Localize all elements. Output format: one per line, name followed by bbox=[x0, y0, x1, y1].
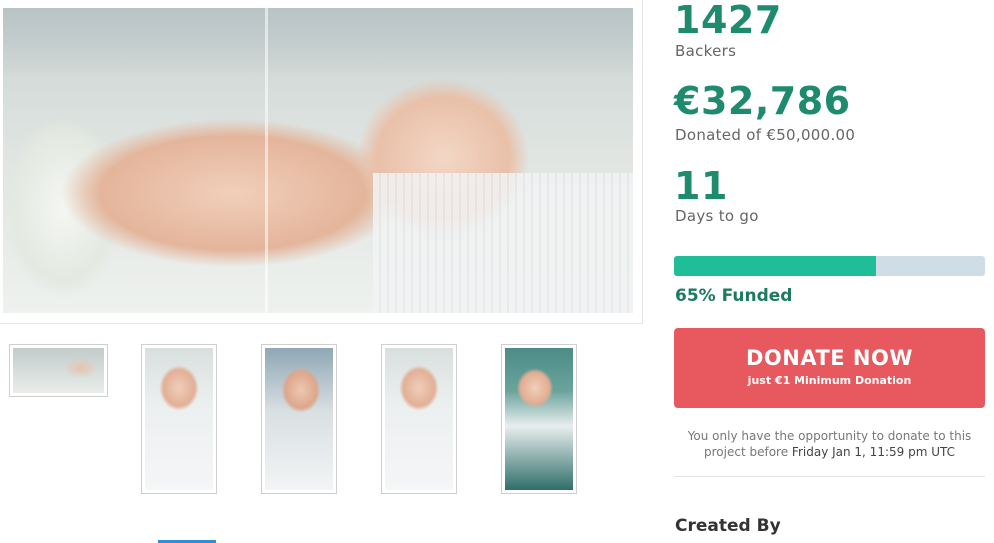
donate-now-button[interactable]: DONATE NOW just €1 Minimum Donation bbox=[674, 328, 985, 408]
thumbnail-1[interactable] bbox=[9, 344, 108, 397]
photo-detail bbox=[265, 8, 268, 313]
funding-progress-fill bbox=[674, 256, 877, 276]
thumbnail-image bbox=[13, 348, 104, 393]
thumbnail-image bbox=[505, 348, 573, 490]
backers-count: 1427 bbox=[674, 0, 782, 42]
funding-progress-bar bbox=[674, 256, 985, 276]
backers-label: Backers bbox=[675, 42, 737, 60]
thumbnail-5[interactable] bbox=[501, 344, 577, 494]
thumbnail-image bbox=[145, 348, 213, 490]
donated-amount: €32,786 bbox=[674, 79, 851, 123]
divider bbox=[674, 476, 985, 477]
main-image-frame bbox=[0, 0, 643, 324]
thumbnail-image bbox=[385, 348, 453, 490]
donate-button-label: DONATE NOW bbox=[745, 346, 914, 370]
created-by-heading: Created By bbox=[675, 516, 781, 536]
main-photo[interactable] bbox=[3, 8, 633, 313]
donated-goal-label: Donated of €50,000.00 bbox=[675, 126, 856, 144]
thumbnail-4[interactable] bbox=[381, 344, 457, 494]
days-remaining: 11 bbox=[674, 164, 728, 208]
photo-blanket bbox=[373, 173, 633, 313]
deadline-date: Friday Jan 1, 11:59 pm UTC bbox=[791, 445, 955, 459]
thumbnail-2[interactable] bbox=[141, 344, 217, 494]
thumbnail-3[interactable] bbox=[261, 344, 337, 494]
deadline-notice: You only have the opportunity to donate … bbox=[674, 428, 985, 460]
donate-button-sublabel: just €1 Minimum Donation bbox=[747, 374, 912, 387]
funded-percent: 65% Funded bbox=[675, 286, 793, 306]
photo-background bbox=[3, 8, 633, 78]
thumbnail-image bbox=[265, 348, 333, 490]
days-label: Days to go bbox=[675, 207, 759, 225]
